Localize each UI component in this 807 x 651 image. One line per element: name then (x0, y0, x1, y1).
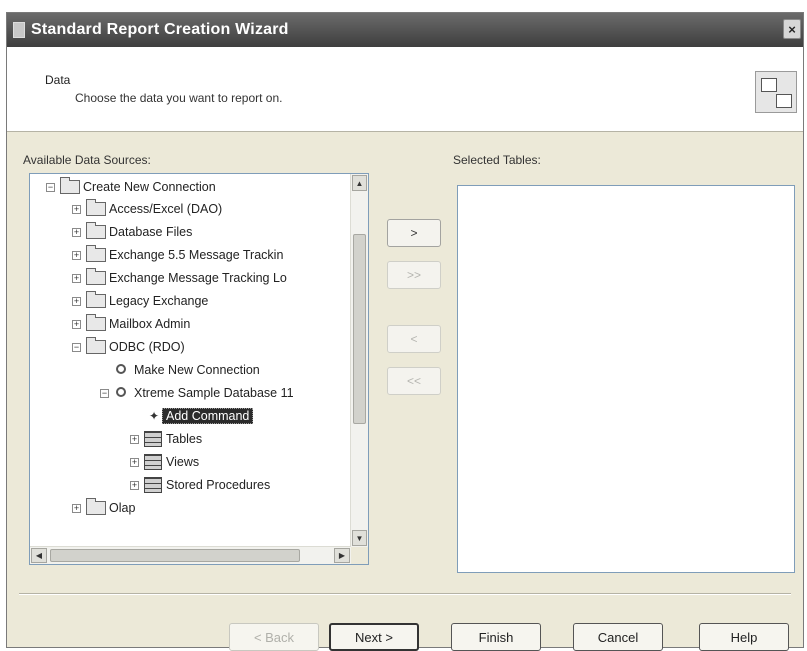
tree-item-label: Mailbox Admin (109, 317, 191, 331)
expand-icon[interactable]: + (130, 434, 139, 444)
connection-icon (114, 386, 130, 400)
tree-item-label: Exchange 5.5 Message Trackin (109, 248, 284, 262)
tree-vertical-scrollbar[interactable]: ▲ ▼ (350, 174, 368, 547)
add-selected-button[interactable]: > (387, 219, 441, 247)
close-button[interactable]: × (783, 19, 801, 39)
collapse-icon[interactable]: − (72, 342, 81, 352)
tree-item-label: Olap (109, 501, 136, 515)
scroll-right-icon[interactable]: ▶ (334, 548, 350, 563)
scroll-thumb[interactable] (50, 549, 300, 562)
tree-item-exchange-55[interactable]: + Exchange 5.5 Message Trackin (72, 244, 283, 266)
tree-item-label: Make New Connection (134, 363, 260, 377)
expand-icon[interactable]: + (72, 250, 81, 260)
connection-icon (114, 363, 130, 377)
footer-divider (19, 593, 791, 595)
expand-icon[interactable]: + (130, 480, 139, 490)
folder-icon (60, 177, 80, 194)
remove-selected-button[interactable]: < (387, 325, 441, 353)
selected-tables-list[interactable] (457, 185, 795, 573)
folder-icon (86, 199, 106, 216)
scroll-thumb[interactable] (353, 234, 366, 424)
expand-icon[interactable]: + (72, 503, 81, 513)
tree-item-make-new-connection[interactable]: Make New Connection (114, 359, 260, 381)
help-button[interactable]: Help (699, 623, 789, 651)
tree-item-label: Add Command (162, 408, 254, 424)
folder-icon (86, 498, 106, 515)
scrollbar-corner (351, 547, 368, 564)
window-title: Standard Report Creation Wizard (31, 21, 289, 38)
tree-item-label: Database Files (109, 225, 193, 239)
tree-item-label: Xtreme Sample Database 11 (134, 386, 294, 400)
tree-item-label: Create New Connection (83, 180, 216, 194)
expand-icon[interactable]: + (72, 204, 81, 214)
tree-item-tables[interactable]: + Tables (130, 428, 202, 450)
expand-icon[interactable]: + (72, 227, 81, 237)
cancel-button[interactable]: Cancel (573, 623, 663, 651)
tree-item-label: Views (166, 455, 200, 469)
scroll-left-icon[interactable]: ◀ (31, 548, 47, 563)
step-title: Data (45, 73, 71, 87)
tree-item-label: Exchange Message Tracking Lo (109, 271, 287, 285)
remove-all-button[interactable]: << (387, 367, 441, 395)
available-data-sources-label: Available Data Sources: (23, 153, 151, 167)
data-tables-icon (755, 71, 797, 113)
finish-button[interactable]: Finish (451, 623, 541, 651)
selected-tables-label: Selected Tables: (453, 153, 541, 167)
wizard-window: Standard Report Creation Wizard × Data C… (6, 12, 804, 651)
tree-item-label: Tables (166, 432, 203, 446)
app-icon (13, 22, 25, 38)
tree-item-olap[interactable]: + Olap (72, 497, 135, 519)
command-icon: ✦ (148, 409, 160, 423)
tree-item-odbc-rdo[interactable]: − ODBC (RDO) (72, 336, 185, 358)
expand-icon[interactable]: + (72, 319, 81, 329)
scroll-up-icon[interactable]: ▲ (352, 175, 367, 191)
tree-item-xtreme-sample-database[interactable]: − Xtreme Sample Database 11 (100, 382, 294, 404)
wizard-header: Data Choose the data you want to report … (7, 47, 803, 132)
collapse-icon[interactable]: − (100, 388, 109, 398)
database-icon (144, 431, 162, 447)
step-description: Choose the data you want to report on. (75, 91, 283, 105)
tree-horizontal-scrollbar[interactable]: ◀ ▶ (30, 546, 351, 564)
next-button[interactable]: Next > (329, 623, 419, 651)
tree-item-label: Access/Excel (DAO) (109, 202, 223, 216)
tree-item-label: Stored Procedures (166, 478, 271, 492)
database-icon (144, 477, 162, 493)
title-bar[interactable]: Standard Report Creation Wizard × (7, 13, 803, 47)
folder-icon (86, 222, 106, 239)
tree-item-legacy-exchange[interactable]: + Legacy Exchange (72, 290, 208, 312)
add-all-button[interactable]: >> (387, 261, 441, 289)
tree-item-access-excel[interactable]: + Access/Excel (DAO) (72, 198, 222, 220)
folder-icon (86, 245, 106, 262)
tree-item-mailbox-admin[interactable]: + Mailbox Admin (72, 313, 190, 335)
folder-icon (86, 268, 106, 285)
tree-item-views[interactable]: + Views (130, 451, 199, 473)
scroll-down-icon[interactable]: ▼ (352, 530, 367, 546)
expand-icon[interactable]: + (72, 296, 81, 306)
folder-icon (86, 337, 106, 354)
folder-icon (86, 291, 106, 308)
folder-icon (86, 314, 106, 331)
database-icon (144, 454, 162, 470)
tree-item-add-command[interactable]: ✦ Add Command (148, 405, 254, 427)
tree-item-database-files[interactable]: + Database Files (72, 221, 192, 243)
back-button[interactable]: < Back (229, 623, 319, 651)
collapse-icon[interactable]: − (46, 182, 55, 192)
tree-item-create-new-connection[interactable]: − Create New Connection (46, 176, 216, 198)
expand-icon[interactable]: + (72, 273, 81, 283)
tree-item-exchange-message-tracking[interactable]: + Exchange Message Tracking Lo (72, 267, 287, 289)
expand-icon[interactable]: + (130, 457, 139, 467)
available-data-sources-tree[interactable]: − Create New Connection + Access/Excel (… (29, 173, 369, 565)
tree-item-stored-procedures[interactable]: + Stored Procedures (130, 474, 270, 496)
tree-item-label: ODBC (RDO) (109, 340, 185, 354)
tree-item-label: Legacy Exchange (109, 294, 209, 308)
